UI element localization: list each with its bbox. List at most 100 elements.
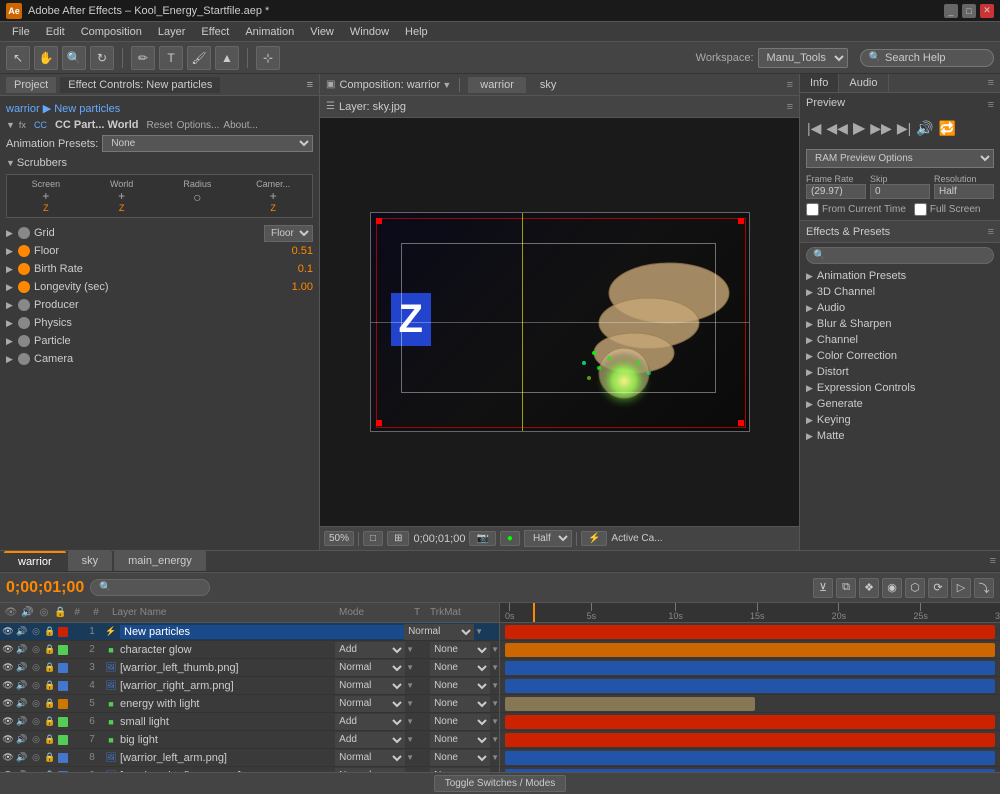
scrubber-screen-axis[interactable]: Z [43, 203, 49, 213]
prop-camera-expand[interactable]: ▶ [6, 354, 18, 365]
mode-arrow-5[interactable]: ▼ [406, 699, 414, 708]
effect-matte[interactable]: ▶ Matte [800, 428, 1000, 444]
menu-composition[interactable]: Composition [73, 24, 150, 40]
prev-play[interactable]: ▶ [852, 117, 866, 139]
grid-button[interactable]: ⊞ [387, 531, 409, 546]
resolution-value[interactable]: Half [934, 184, 994, 199]
vis-audio-8[interactable]: 🔊 [16, 752, 28, 764]
full-screen-check[interactable]: Full Screen [914, 203, 981, 216]
track-row-6[interactable] [500, 713, 1000, 731]
layer-name-5[interactable]: energy with light [120, 698, 335, 710]
close-button[interactable]: ✕ [980, 4, 994, 18]
effect-expression-controls[interactable]: ▶ Expression Controls [800, 380, 1000, 396]
prop-birth-value[interactable]: 0.1 [298, 263, 313, 275]
layer-trkmat-6[interactable]: None [430, 714, 490, 730]
tl-tool-1[interactable]: ⊻ [813, 578, 833, 598]
trkmat-arrow-2[interactable]: ▼ [491, 645, 499, 654]
prop-birth-expand[interactable]: ▶ [6, 264, 18, 275]
layer-row-4[interactable]: 👁 🔊 ◎ 🔒 4 🖼 [warrior_right_arm.png] Norm… [0, 677, 499, 695]
vis-eye-6[interactable]: 👁 [2, 716, 14, 728]
tab-sky[interactable]: sky [528, 77, 569, 93]
tool-puppet[interactable]: ⊹ [256, 46, 280, 70]
vis-solo-6[interactable]: ◎ [30, 716, 42, 728]
prop-grid-expand[interactable]: ▶ [6, 228, 18, 239]
tool-rotate[interactable]: ↻ [90, 46, 114, 70]
layer-row-6[interactable]: 👁 🔊 ◎ 🔒 6 ■ small light Add ▼ None▼ [0, 713, 499, 731]
comp-dropdown-arrow[interactable]: ▼ [442, 80, 451, 90]
scrubber-camera-axis[interactable]: Z [270, 203, 276, 213]
from-current-check[interactable]: From Current Time [806, 203, 906, 216]
prop-particle-expand[interactable]: ▶ [6, 336, 18, 347]
comp-tab-main-energy[interactable]: main_energy [114, 551, 206, 571]
layer-mode-2[interactable]: Add [335, 642, 405, 658]
track-bar-2[interactable] [505, 643, 995, 657]
preview-options-select[interactable]: RAM Preview Options [806, 149, 994, 168]
tool-hand[interactable]: ✋ [34, 46, 58, 70]
tab-warrior[interactable]: warrior [468, 77, 526, 93]
tl-tool-6[interactable]: ⟳ [928, 578, 948, 598]
scrubber-world-axis[interactable]: Z [119, 203, 125, 213]
layer-mode-3[interactable]: Normal [335, 660, 405, 676]
track-row-7[interactable] [500, 731, 1000, 749]
layer-name-8[interactable]: [warrior_left_arm.png] [120, 752, 335, 764]
trkmat-arrow-5[interactable]: ▼ [491, 699, 499, 708]
layer-trkmat-7[interactable]: None [430, 732, 490, 748]
scrubber-screen-cross[interactable]: + [42, 189, 49, 203]
track-row-3[interactable] [500, 659, 1000, 677]
vis-audio-2[interactable]: 🔊 [16, 644, 28, 656]
skip-value[interactable]: 0 [870, 184, 930, 199]
prop-longevity-expand[interactable]: ▶ [6, 282, 18, 293]
tab-bar-menu[interactable]: ≡ [990, 555, 996, 567]
track-bar-8[interactable] [505, 751, 995, 765]
vis-eye-8[interactable]: 👁 [2, 752, 14, 764]
workspace-select[interactable]: Manu_Tools [758, 48, 848, 68]
mode-arrow-7[interactable]: ▼ [406, 735, 414, 744]
trkmat-arrow-7[interactable]: ▼ [491, 735, 499, 744]
timeline-search-box[interactable]: 🔍 [90, 579, 210, 596]
prop-floor-expand[interactable]: ▶ [6, 246, 18, 257]
prop-physics-expand[interactable]: ▶ [6, 318, 18, 329]
vis-eye-5[interactable]: 👁 [2, 698, 14, 710]
layer-mode-9[interactable]: Normal [335, 768, 405, 773]
effects-search-box[interactable]: 🔍 [806, 247, 994, 264]
vis-solo-3[interactable]: ◎ [30, 662, 42, 674]
layer-mode-6[interactable]: Add [335, 714, 405, 730]
tool-brush[interactable]: 🖌 [187, 46, 211, 70]
track-bar-6[interactable] [505, 715, 995, 729]
track-row-2[interactable] [500, 641, 1000, 659]
effect-animation-presets[interactable]: ▶ Animation Presets [800, 268, 1000, 284]
layer-mode-1[interactable]: Normal [404, 624, 474, 640]
tl-tool-7[interactable]: ▷ [951, 578, 971, 598]
track-row-8[interactable] [500, 749, 1000, 767]
mode-arrow-3[interactable]: ▼ [406, 663, 414, 672]
prop-floor-value[interactable]: 0.51 [292, 245, 313, 257]
trkmat-arrow-8[interactable]: ▼ [491, 753, 499, 762]
minimize-button[interactable]: _ [944, 4, 958, 18]
effect-audio[interactable]: ▶ Audio [800, 300, 1000, 316]
tool-select[interactable]: ↖ [6, 46, 30, 70]
track-row-5[interactable] [500, 695, 1000, 713]
prev-to-start[interactable]: |◀ [806, 119, 822, 138]
tool-text[interactable]: T [159, 46, 183, 70]
camera-button[interactable]: 📷 [469, 531, 495, 546]
fit-button[interactable]: □ [363, 531, 383, 546]
layer-trkmat-9[interactable]: None [430, 768, 490, 773]
quality-select[interactable]: Half [524, 530, 572, 547]
fast-preview-btn[interactable]: ⚡ [581, 531, 607, 546]
scrubber-camera-cross[interactable]: + [270, 189, 277, 203]
layer-row-1[interactable]: 👁 🔊 ◎ 🔒 1 ⚡ New particles Normal ▼ [0, 623, 499, 641]
layer-row-3[interactable]: 👁 🔊 ◎ 🔒 3 🖼 [warrior_left_thumb.png] Nor… [0, 659, 499, 677]
timeline-timecode[interactable]: 0;00;01;00 [6, 579, 84, 597]
layer-row-7[interactable]: 👁 🔊 ◎ 🔒 7 ■ big light Add ▼ None▼ [0, 731, 499, 749]
menu-animation[interactable]: Animation [237, 24, 302, 40]
vis-lock-8[interactable]: 🔒 [44, 752, 56, 764]
from-current-checkbox[interactable] [806, 203, 819, 216]
layer-trkmat-5[interactable]: None [430, 696, 490, 712]
layer-row-9[interactable]: 👁 🔊 ◎ 🔒 9 🖼 [warrio...ght_fingers.png] N… [0, 767, 499, 772]
layer-panel-menu[interactable]: ≡ [787, 101, 793, 113]
mode-arrow-2[interactable]: ▼ [406, 645, 414, 654]
search-box[interactable]: 🔍 [860, 49, 994, 67]
vis-lock-2[interactable]: 🔒 [44, 644, 56, 656]
vis-solo-1[interactable]: ◎ [30, 626, 42, 638]
track-row-1[interactable] [500, 623, 1000, 641]
